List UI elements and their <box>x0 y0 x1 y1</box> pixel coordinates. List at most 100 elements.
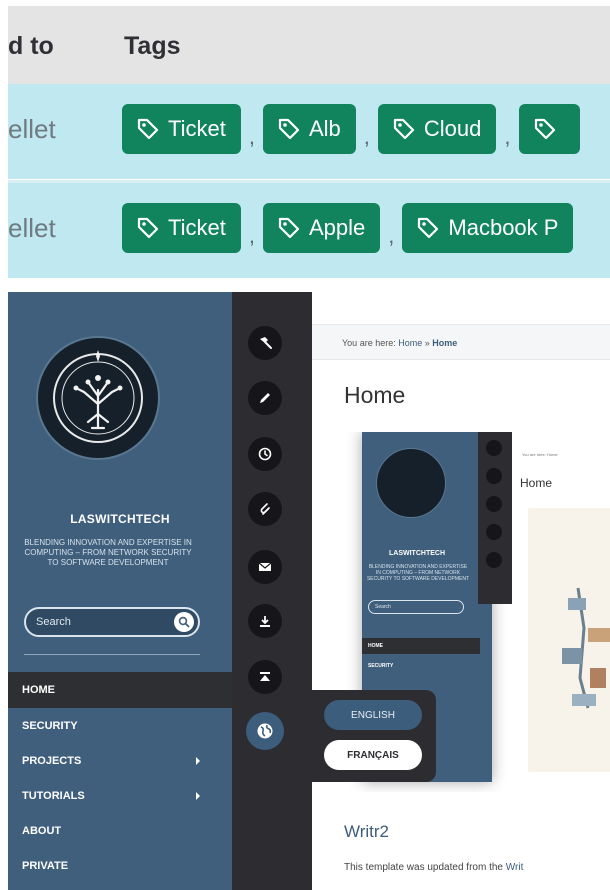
language-button[interactable] <box>246 712 284 750</box>
edit-button[interactable] <box>248 381 282 415</box>
download-icon <box>260 616 270 627</box>
post-excerpt-text: This template was updated from the <box>344 862 503 873</box>
tag-icon <box>137 118 159 140</box>
preview-icon-button <box>486 440 502 456</box>
tag-label: Cloud <box>423 116 482 141</box>
column-header-tags[interactable]: Tags <box>124 32 181 61</box>
icon-toolbar <box>232 292 312 890</box>
tag-chip[interactable]: Alb <box>262 104 356 154</box>
site-logo[interactable] <box>36 336 160 460</box>
preview-site-title: LASWITCHTECH <box>389 550 445 557</box>
tag-label: Macbook P <box>448 215 559 240</box>
tag-icon <box>278 118 300 140</box>
nav-label: PRIVATE <box>22 860 69 872</box>
preview-page-title: Home <box>520 476 553 490</box>
tag-icon <box>278 217 300 239</box>
mail-icon <box>258 562 272 571</box>
preview-icon-button <box>486 468 502 484</box>
tag-icon <box>418 217 439 239</box>
preview-illustration <box>528 508 610 772</box>
submenu-caret-icon <box>196 757 200 765</box>
nav-item-tutorials[interactable]: TUTORIALS <box>8 778 232 814</box>
breadcrumb-text: You are here: Home » Home <box>342 338 457 348</box>
clock-icon <box>258 447 272 461</box>
main-content: You are here: Home » Home Home LASWITCHT… <box>312 292 610 890</box>
assigned-to-cell: ellet <box>8 114 56 144</box>
post-title[interactable]: Writr2 <box>344 822 389 842</box>
search-input[interactable] <box>36 613 166 631</box>
breadcrumb-link-home[interactable]: Home <box>398 338 422 348</box>
nav-item-home[interactable]: HOME <box>8 672 232 708</box>
tag-chip[interactable] <box>518 104 580 154</box>
post-excerpt: This template was updated from the Writ <box>344 862 523 873</box>
breadcrumb-current: Home <box>432 338 458 348</box>
tag-chip[interactable]: Ticket <box>122 104 241 154</box>
site-tagline: BLENDING INNOVATION AND EXPERTISE IN COM… <box>24 538 192 567</box>
tag-label: Ticket <box>168 215 226 240</box>
table-header: d to Tags <box>8 6 610 84</box>
tag-label: Apple <box>308 215 366 240</box>
circuit-tree-logo-icon <box>53 350 143 443</box>
preview-iconbar <box>478 432 512 604</box>
nav-item-private[interactable]: PRIVATE <box>8 848 232 884</box>
assigned-to-cell: ellet <box>8 213 56 243</box>
breadcrumb-separator: » <box>424 338 430 348</box>
table-row[interactable]: ellet Ticket , Apple , Macbook P <box>8 183 610 278</box>
contact-button[interactable] <box>248 550 282 584</box>
attachment-button[interactable] <box>248 492 282 526</box>
eject-icon <box>260 672 270 681</box>
tags-cell: Ticket , Alb , Cloud , <box>122 104 580 154</box>
nav-label: TUTORIALS <box>22 790 85 802</box>
preview-logo <box>376 448 446 518</box>
tag-separator: , <box>388 223 395 248</box>
preview-icon-button <box>486 552 502 568</box>
sidebar: LASWITCHTECH BLENDING INNOVATION AND EXP… <box>8 292 232 890</box>
tag-chip[interactable]: Apple <box>262 203 381 253</box>
preview-nav-home: HOME <box>362 638 480 654</box>
tags-cell: Ticket , Apple , Macbook P <box>122 203 574 253</box>
column-header-assigned-to[interactable]: d to <box>8 32 54 61</box>
site-title[interactable]: LASWITCHTECH <box>8 512 232 526</box>
history-button[interactable] <box>248 437 282 471</box>
tag-separator: , <box>504 124 511 149</box>
hammer-button[interactable] <box>248 326 282 360</box>
preview-search: Search <box>368 600 464 614</box>
pencil-icon <box>260 393 270 403</box>
language-option-french[interactable]: FRANÇAIS <box>324 740 422 770</box>
hammer-icon <box>260 337 272 349</box>
tickets-table: d to Tags ellet Ticket , Alb , Cloud , e… <box>0 0 610 280</box>
tag-label: Alb <box>308 116 341 141</box>
language-option-english[interactable]: ENGLISH <box>324 700 422 730</box>
nav-item-about[interactable]: ABOUT <box>8 813 232 849</box>
sidebar-divider <box>24 654 200 655</box>
post-excerpt-link[interactable]: Writ <box>506 862 524 873</box>
tag-icon <box>393 118 415 140</box>
submenu-caret-icon <box>196 792 200 800</box>
page-title: Home <box>344 382 406 408</box>
tag-icon <box>137 217 159 239</box>
nav-label: PROJECTS <box>22 755 82 767</box>
nav-label: SECURITY <box>22 720 78 732</box>
tag-chip[interactable]: Ticket <box>122 203 241 253</box>
tag-icon <box>534 118 555 140</box>
search-form <box>24 607 200 637</box>
tag-separator: , <box>363 124 370 149</box>
preview-icon-button <box>486 496 502 512</box>
download-button[interactable] <box>248 604 282 638</box>
back-to-top-button[interactable] <box>248 660 282 694</box>
search-button[interactable] <box>174 612 194 632</box>
nav-item-security[interactable]: SECURITY <box>8 708 232 744</box>
language-menu: ENGLISH FRANÇAIS <box>312 690 436 782</box>
globe-icon <box>257 723 273 739</box>
tag-chip[interactable]: Macbook P <box>402 203 574 253</box>
table-row[interactable]: ellet Ticket , Alb , Cloud , <box>8 84 610 179</box>
nav-item-projects[interactable]: PROJECTS <box>8 743 232 779</box>
breadcrumb-prefix: You are here: <box>342 338 396 348</box>
nav-label: ABOUT <box>22 825 62 837</box>
preview-breadcrumb: You are here: Home <box>522 452 558 457</box>
tag-chip[interactable]: Cloud <box>377 104 497 154</box>
preview-nav-security: SECURITY <box>368 663 394 669</box>
tag-label: Ticket <box>168 116 226 141</box>
illustration-icon <box>562 587 610 709</box>
preview-search-label: Search <box>375 604 391 610</box>
